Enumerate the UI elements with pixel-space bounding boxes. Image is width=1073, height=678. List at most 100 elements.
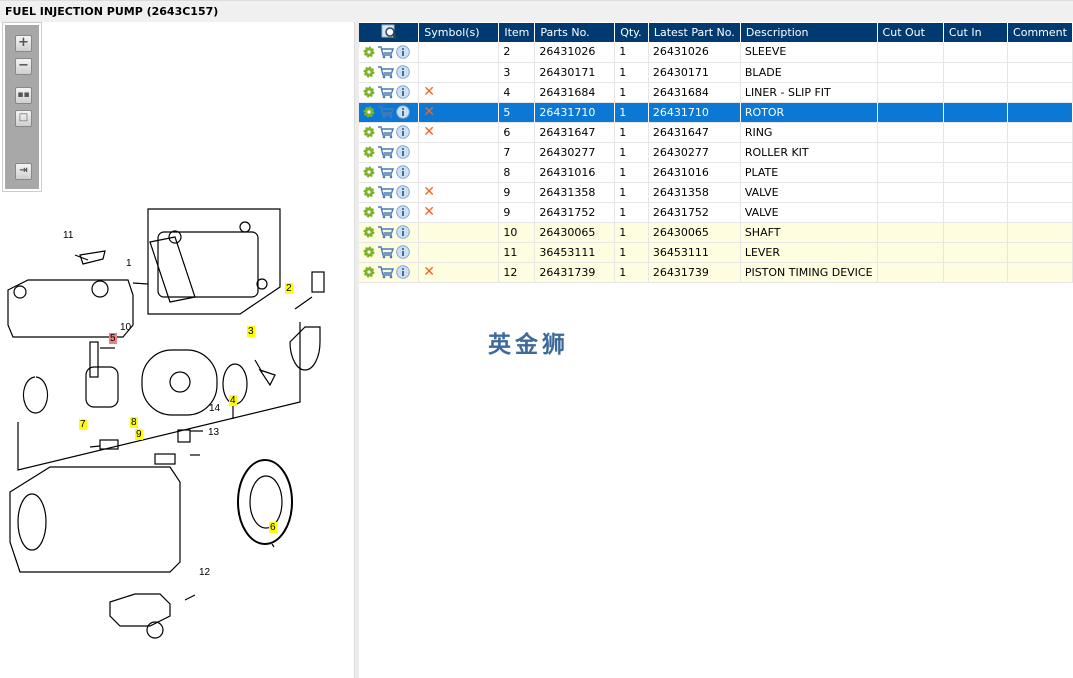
gear-icon[interactable]	[363, 66, 375, 78]
diagram-pane[interactable]: + − ▪▪ □ ⇥ 11 1 2 10 5 3 4 14 7 8 9 13 6 12	[0, 22, 355, 678]
callout-12[interactable]: 12	[198, 567, 211, 578]
part-number-cell: 26430277	[534, 142, 616, 163]
gear-icon[interactable]	[363, 166, 375, 178]
description-cell: VALVE	[740, 182, 878, 203]
column-header[interactable]: Comment	[1007, 23, 1073, 42]
row-actions	[359, 222, 420, 243]
symbol-cell	[418, 62, 500, 83]
gear-icon[interactable]	[363, 126, 375, 138]
callout-5[interactable]: 5	[109, 333, 117, 344]
table-row[interactable]: 3 26430171 1 26430171 BLADE	[359, 62, 1073, 83]
column-header[interactable]: Item	[498, 23, 536, 42]
actual-size-button[interactable]: □	[15, 110, 32, 127]
cart-icon[interactable]	[377, 165, 394, 179]
gear-icon[interactable]	[363, 266, 375, 278]
gear-icon[interactable]	[363, 246, 375, 258]
column-header[interactable]: Qty.	[614, 23, 649, 42]
part-number-cell: 26431358	[534, 182, 616, 203]
callout-4[interactable]: 4	[229, 395, 237, 406]
callout-7[interactable]: 7	[79, 419, 87, 430]
cart-icon[interactable]	[377, 105, 394, 119]
cart-icon[interactable]	[377, 225, 394, 239]
info-icon[interactable]	[396, 105, 410, 119]
callout-2[interactable]: 2	[285, 283, 293, 294]
cart-icon[interactable]	[377, 205, 394, 219]
description-cell: SLEEVE	[740, 42, 878, 63]
info-icon[interactable]	[396, 165, 410, 179]
gear-icon[interactable]	[363, 226, 375, 238]
info-icon[interactable]	[396, 185, 410, 199]
column-header[interactable]: Symbol(s)	[418, 23, 500, 42]
column-header[interactable]: Parts No.	[534, 23, 616, 42]
callout-3[interactable]: 3	[247, 326, 255, 337]
gear-icon[interactable]	[363, 146, 375, 158]
table-row[interactable]: 7 26430277 1 26430277 ROLLER KIT	[359, 142, 1073, 163]
callout-14[interactable]: 14	[208, 403, 221, 414]
gear-icon[interactable]	[363, 206, 375, 218]
latest-part-cell: 26431358	[648, 182, 741, 203]
parts-table: Symbol(s) Item Parts No. Qty. Latest Part No…	[359, 23, 1073, 283]
gear-icon[interactable]	[363, 106, 375, 118]
callout-11[interactable]: 11	[62, 230, 74, 241]
info-icon[interactable]	[396, 265, 410, 279]
column-header[interactable]: Cut Out	[877, 23, 944, 42]
callout-6[interactable]: 6	[269, 522, 277, 533]
info-icon[interactable]	[396, 225, 410, 239]
info-icon[interactable]	[396, 205, 410, 219]
symbol-cell	[418, 242, 500, 263]
cart-icon[interactable]	[377, 245, 394, 259]
export-button[interactable]: ⇥	[15, 163, 32, 180]
table-row[interactable]: ✕ 9 26431752 1 26431752 VALVE	[359, 202, 1073, 223]
description-cell: ROLLER KIT	[740, 142, 878, 163]
cut-in-cell	[943, 82, 1009, 103]
cart-icon[interactable]	[377, 65, 394, 79]
callout-13[interactable]: 13	[207, 427, 220, 438]
cart-icon[interactable]	[377, 185, 394, 199]
table-row[interactable]: ✕ 5 26431710 1 26431710 ROTOR	[359, 102, 1073, 123]
cut-out-cell	[877, 222, 944, 243]
gear-icon[interactable]	[363, 46, 375, 58]
cart-icon[interactable]	[377, 125, 394, 139]
callout-10[interactable]: 10	[119, 322, 132, 333]
info-icon[interactable]	[396, 145, 410, 159]
description-cell: LINER - SLIP FIT	[740, 82, 878, 103]
qty-cell: 1	[614, 62, 649, 83]
cart-icon[interactable]	[377, 145, 394, 159]
column-header-search[interactable]	[359, 23, 420, 42]
zoom-out-button[interactable]: −	[15, 58, 32, 75]
cut-out-cell	[877, 82, 944, 103]
callout-1[interactable]: 1	[125, 258, 133, 269]
gear-icon[interactable]	[363, 186, 375, 198]
column-header[interactable]: Description	[740, 23, 878, 42]
info-icon[interactable]	[396, 65, 410, 79]
info-icon[interactable]	[396, 85, 410, 99]
table-row[interactable]: ✕ 4 26431684 1 26431684 LINER - SLIP FIT	[359, 82, 1073, 103]
exploded-parts-diagram[interactable]	[0, 202, 352, 662]
info-icon[interactable]	[396, 245, 410, 259]
table-row[interactable]: ✕ 9 26431358 1 26431358 VALVE	[359, 182, 1073, 203]
cart-icon[interactable]	[377, 265, 394, 279]
fit-all-button[interactable]: ▪▪	[15, 87, 32, 104]
callout-9[interactable]: 9	[135, 429, 143, 440]
symbol-cell	[418, 42, 500, 63]
info-icon[interactable]	[396, 44, 410, 59]
zoom-in-button[interactable]: +	[15, 35, 32, 52]
search-parts-icon[interactable]	[381, 24, 397, 39]
cart-icon[interactable]	[377, 45, 394, 59]
cart-icon[interactable]	[377, 85, 394, 99]
table-row[interactable]: ✕ 12 26431739 1 26431739 PISTON TIMING DEVICE	[359, 262, 1073, 283]
gear-icon[interactable]	[363, 86, 375, 98]
cross-symbol-icon: ✕	[423, 124, 436, 140]
table-row[interactable]: 11 36453111 1 36453111 LEVER	[359, 242, 1073, 263]
table-row[interactable]: 8 26431016 1 26431016 PLATE	[359, 162, 1073, 183]
item-cell: 5	[498, 102, 536, 123]
column-header[interactable]: Latest Part No.	[648, 23, 741, 42]
qty-cell: 1	[614, 222, 649, 243]
table-row[interactable]: 2 26431026 1 26431026 SLEEVE	[359, 42, 1073, 63]
latest-part-cell: 26431647	[648, 122, 741, 143]
info-icon[interactable]	[396, 125, 410, 139]
column-header[interactable]: Cut In	[943, 23, 1009, 42]
table-row[interactable]: 10 26430065 1 26430065 SHAFT	[359, 222, 1073, 243]
callout-8[interactable]: 8	[130, 417, 138, 428]
table-row[interactable]: ✕ 6 26431647 1 26431647 RING	[359, 122, 1073, 143]
